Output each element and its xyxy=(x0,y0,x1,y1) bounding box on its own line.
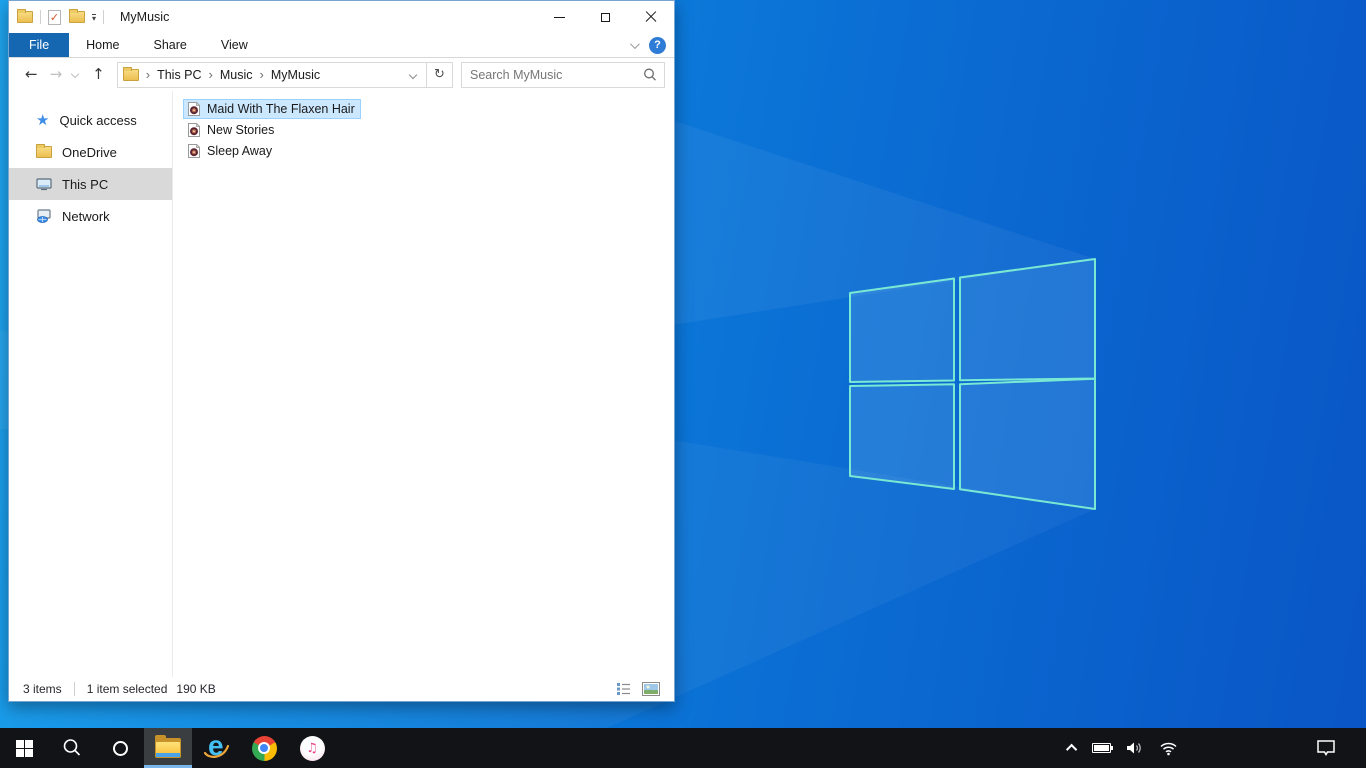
tab-share[interactable]: Share xyxy=(137,33,204,57)
wifi-icon[interactable] xyxy=(1159,740,1178,756)
internet-explorer-button[interactable]: e xyxy=(192,728,240,768)
window-title: MyMusic xyxy=(120,10,170,24)
taskbar-file-explorer-button[interactable] xyxy=(144,728,192,768)
itunes-button[interactable] xyxy=(288,728,336,768)
address-dropdown-chevron-icon[interactable] xyxy=(408,70,418,79)
speaker-icon[interactable] xyxy=(1126,740,1144,756)
separator xyxy=(103,10,105,24)
file-list[interactable]: Maid With The Flaxen Hair New Stories Sl… xyxy=(173,91,674,677)
search-box xyxy=(461,61,665,88)
navigation-toolbar: This PC Music MyMusic xyxy=(9,58,674,91)
breadcrumb-chevron-icon[interactable] xyxy=(253,67,271,82)
battery-icon[interactable] xyxy=(1092,743,1113,753)
sidebar-item-label: This PC xyxy=(62,176,109,192)
close-icon xyxy=(645,11,657,23)
file-name: New Stories xyxy=(207,122,275,137)
audio-file-icon xyxy=(188,122,201,137)
this-pc-icon xyxy=(36,178,52,191)
minimize-icon xyxy=(553,16,565,18)
chrome-icon xyxy=(251,735,277,761)
properties-check-icon[interactable] xyxy=(48,9,61,25)
breadcrumb-chevron-icon xyxy=(139,67,157,82)
tab-file[interactable]: File xyxy=(9,33,70,57)
tab-home[interactable]: Home xyxy=(69,33,136,57)
file-item-selected[interactable]: Maid With The Flaxen Hair xyxy=(183,98,361,119)
network-icon xyxy=(37,209,51,223)
start-button[interactable] xyxy=(0,728,48,768)
refresh-button[interactable] xyxy=(426,62,452,87)
sidebar-item-this-pc[interactable]: This PC xyxy=(9,168,172,200)
itunes-icon xyxy=(299,735,325,761)
file-explorer-window: MyMusic File Home Share View ? This PC xyxy=(8,0,675,702)
forward-button[interactable] xyxy=(44,67,69,82)
sidebar-item-label: Quick access xyxy=(59,112,137,128)
quick-access-star-icon xyxy=(36,113,49,128)
recent-locations-chevron-icon[interactable] xyxy=(70,69,80,78)
breadcrumb-this-pc[interactable]: This PC xyxy=(157,68,201,82)
sidebar-item-label: OneDrive xyxy=(62,144,117,160)
help-button[interactable]: ? xyxy=(649,36,666,54)
search-icon[interactable] xyxy=(640,67,664,83)
system-tray xyxy=(1065,728,1366,768)
status-item-count: 3 items xyxy=(23,682,62,696)
action-center-icon[interactable] xyxy=(1316,739,1336,757)
file-name: Maid With The Flaxen Hair xyxy=(207,101,355,116)
breadcrumb-mymusic[interactable]: MyMusic xyxy=(271,68,320,82)
internet-explorer-icon: e xyxy=(202,730,230,762)
status-selection: 1 item selected xyxy=(86,682,168,696)
breadcrumb-music[interactable]: Music xyxy=(220,68,253,82)
audio-file-icon xyxy=(188,101,201,116)
tab-view[interactable]: View xyxy=(204,33,265,57)
customize-quick-access-chevron-icon[interactable] xyxy=(92,13,97,21)
status-selection-size: 190 KB xyxy=(176,682,216,696)
sidebar-item-quick-access[interactable]: Quick access xyxy=(9,104,172,136)
address-bar[interactable]: This PC Music MyMusic xyxy=(116,61,453,88)
cortana-icon xyxy=(112,740,128,756)
onedrive-folder-icon xyxy=(36,144,52,158)
breadcrumb-chevron-icon[interactable] xyxy=(202,67,220,82)
close-button[interactable] xyxy=(628,1,674,33)
sidebar-item-label: Network xyxy=(62,208,110,224)
sidebar-item-network[interactable]: Network xyxy=(9,200,172,232)
separator xyxy=(40,10,41,24)
ribbon-tabs: File Home Share View ? xyxy=(9,33,674,58)
search-input[interactable] xyxy=(462,67,640,82)
up-button[interactable] xyxy=(86,67,111,82)
address-folder-icon xyxy=(122,66,139,81)
navigation-pane: Quick access OneDrive This PC xyxy=(9,91,173,677)
separator xyxy=(73,682,75,696)
file-explorer-icon xyxy=(155,735,181,758)
title-bar[interactable]: MyMusic xyxy=(9,1,674,33)
large-icons-view-button[interactable] xyxy=(642,682,660,696)
sidebar-item-onedrive[interactable]: OneDrive xyxy=(9,136,172,168)
expand-ribbon-chevron-icon[interactable] xyxy=(629,38,640,49)
window-folder-icon xyxy=(17,9,33,23)
file-item[interactable]: New Stories xyxy=(183,120,280,140)
hidden-icons-chevron-icon[interactable] xyxy=(1065,743,1078,756)
file-item[interactable]: Sleep Away xyxy=(183,141,278,161)
status-bar: 3 items 1 item selected 190 KB xyxy=(9,677,674,701)
search-icon xyxy=(63,739,81,756)
minimize-button[interactable] xyxy=(536,1,582,33)
taskbar-search-button[interactable] xyxy=(48,728,96,768)
back-button[interactable] xyxy=(19,67,44,82)
chrome-button[interactable] xyxy=(240,728,288,768)
file-name: Sleep Away xyxy=(207,143,273,158)
start-icon xyxy=(15,739,33,757)
new-folder-icon[interactable] xyxy=(69,9,85,23)
details-view-button[interactable] xyxy=(616,682,632,696)
maximize-button[interactable] xyxy=(582,1,628,33)
audio-file-icon xyxy=(188,143,201,158)
maximize-icon xyxy=(600,12,610,22)
cortana-button[interactable] xyxy=(96,728,144,768)
taskbar: e xyxy=(0,728,1366,768)
